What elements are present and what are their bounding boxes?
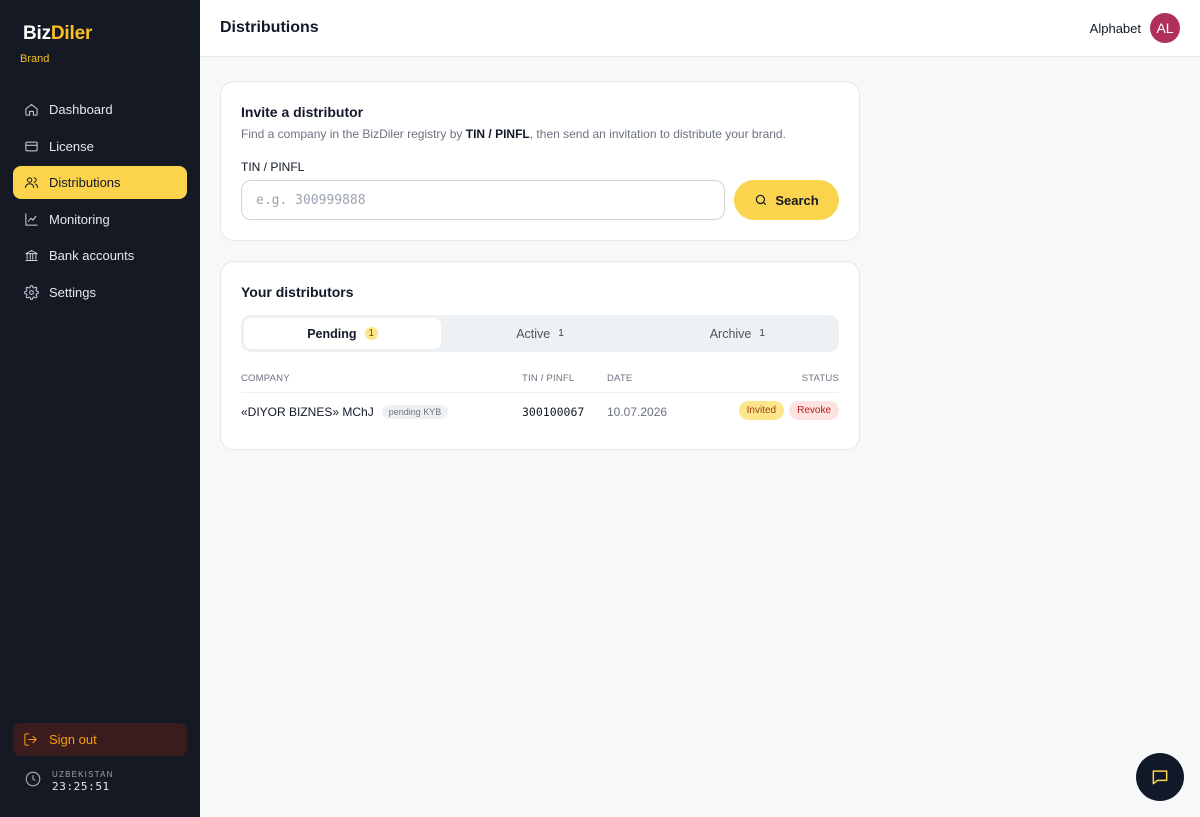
clock-country: UZBEKISTAN bbox=[52, 770, 114, 779]
sidebar-item-bank-accounts[interactable]: Bank accounts bbox=[13, 239, 187, 272]
invite-desc-suffix: , then send an invitation to distribute … bbox=[529, 127, 786, 141]
status-cell: Invited Revoke bbox=[738, 401, 839, 420]
sidebar-item-settings[interactable]: Settings bbox=[13, 276, 187, 309]
tin-input[interactable] bbox=[241, 180, 725, 220]
sidebar-item-monitoring[interactable]: Monitoring bbox=[13, 203, 187, 236]
sign-out-label: Sign out bbox=[49, 732, 97, 747]
table-divider bbox=[241, 392, 839, 393]
kyb-badge: pending KYB bbox=[381, 405, 449, 419]
tab-label: Archive bbox=[709, 326, 752, 341]
brand-role-label: Brand bbox=[20, 53, 50, 65]
column-header-company: COMPANY bbox=[241, 373, 290, 384]
distributors-title: Your distributors bbox=[241, 284, 354, 300]
card-icon bbox=[23, 138, 39, 154]
invite-desc-bold: TIN / PINFL bbox=[465, 127, 530, 141]
sidebar-item-distributions[interactable]: Distributions bbox=[13, 166, 187, 200]
sidebar-item-label: Dashboard bbox=[49, 102, 113, 117]
tab-count: 1 bbox=[558, 328, 564, 339]
clock-time: 23:25:51 bbox=[52, 780, 110, 793]
gear-icon bbox=[23, 284, 39, 300]
company-name: «DIYOR BIZNES» MChJ bbox=[241, 405, 374, 419]
tin-field-label: TIN / PINFL bbox=[241, 160, 305, 174]
company-cell: «DIYOR BIZNES» MChJ pending KYB bbox=[241, 405, 449, 419]
status-tabs: Pending 1 Active 1 Archive 1 bbox=[241, 315, 839, 352]
local-clock: UZBEKISTAN 23:25:51 bbox=[24, 770, 114, 793]
chat-button[interactable] bbox=[1136, 753, 1184, 801]
logo-part-biz: Biz bbox=[23, 23, 51, 44]
sidebar-item-label: License bbox=[49, 138, 94, 154]
sidebar: BizDiler Brand Dashboard License Distrib… bbox=[0, 0, 200, 817]
tab-archive[interactable]: Archive 1 bbox=[639, 318, 836, 349]
logout-icon bbox=[23, 732, 39, 748]
brand-logo[interactable]: BizDiler bbox=[23, 23, 92, 45]
date-cell: 10.07.2026 bbox=[607, 405, 668, 419]
invite-description: Find a company in the BizDiler registry … bbox=[241, 127, 786, 141]
top-header: Distributions Alphabet AL bbox=[200, 0, 1200, 57]
column-header-date: DATE bbox=[607, 373, 633, 384]
revoke-button[interactable]: Revoke bbox=[789, 401, 839, 420]
users-icon bbox=[23, 175, 39, 191]
tab-active[interactable]: Active 1 bbox=[441, 318, 638, 349]
logo-part-diler: Diler bbox=[50, 23, 93, 44]
search-button-label: Search bbox=[775, 192, 819, 208]
column-header-status: STATUS bbox=[801, 373, 839, 384]
chart-icon bbox=[23, 211, 39, 227]
invite-title: Invite a distributor bbox=[241, 104, 364, 120]
search-icon bbox=[756, 194, 767, 206]
column-header-tin: TIN / PINFL bbox=[522, 373, 575, 384]
distributors-card: Your distributors Pending 1 Active 1 Arc… bbox=[220, 261, 860, 450]
sidebar-item-label: Settings bbox=[49, 284, 96, 300]
search-button[interactable]: Search bbox=[734, 180, 839, 220]
sidebar-item-label: Distributions bbox=[49, 175, 121, 191]
sidebar-item-label: Bank accounts bbox=[49, 248, 135, 264]
sidebar-item-label: Monitoring bbox=[49, 211, 110, 227]
clock-icon bbox=[24, 770, 42, 793]
home-icon bbox=[23, 102, 39, 118]
bank-icon bbox=[23, 248, 39, 264]
tab-count: 1 bbox=[364, 327, 379, 340]
table-row[interactable]: «DIYOR BIZNES» MChJ pending KYB 30010006… bbox=[241, 400, 839, 424]
sign-out-button[interactable]: Sign out bbox=[13, 723, 187, 756]
sidebar-item-dashboard[interactable]: Dashboard bbox=[13, 93, 187, 126]
invite-distributor-card: Invite a distributor Find a company in t… bbox=[220, 81, 860, 241]
sidebar-item-license[interactable]: License bbox=[13, 130, 187, 163]
avatar[interactable]: AL bbox=[1150, 13, 1180, 43]
tab-count: 1 bbox=[759, 328, 765, 339]
tab-pending[interactable]: Pending 1 bbox=[244, 318, 442, 349]
page-title: Distributions bbox=[220, 19, 319, 36]
invite-desc-prefix: Find a company in the BizDiler registry … bbox=[241, 127, 466, 141]
tab-label: Active bbox=[516, 326, 551, 341]
tin-cell: 300100067 bbox=[522, 405, 585, 419]
status-badge: Invited bbox=[738, 401, 785, 420]
chat-icon bbox=[1152, 770, 1168, 785]
sidebar-nav: Dashboard License Distributions Monitori… bbox=[13, 93, 187, 313]
organization-name[interactable]: Alphabet bbox=[1090, 21, 1141, 36]
tab-label: Pending bbox=[307, 326, 357, 341]
